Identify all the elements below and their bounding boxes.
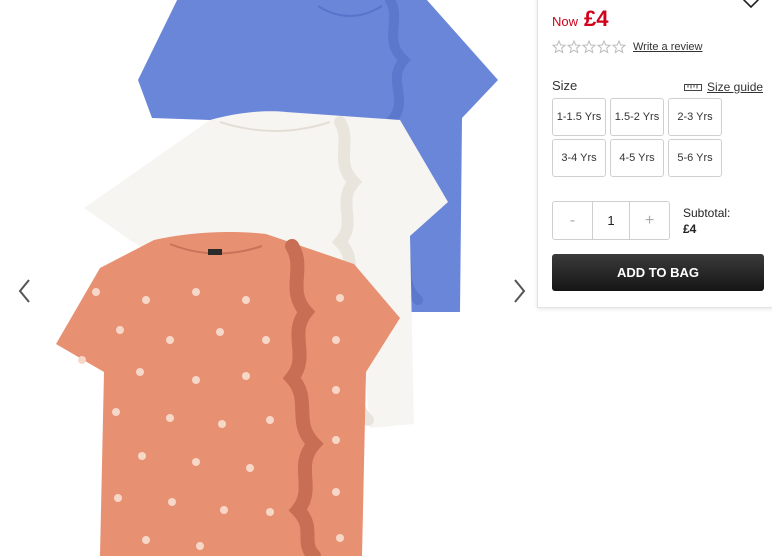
- previous-image-button[interactable]: [13, 276, 37, 306]
- quantity-stepper: - +: [552, 201, 670, 240]
- price-value: £4: [584, 6, 609, 31]
- write-review-link[interactable]: Write a review: [633, 41, 702, 53]
- size-guide-label: Size guide: [707, 80, 764, 94]
- size-option[interactable]: 1-1.5 Yrs: [552, 98, 606, 136]
- coral-tshirt: [56, 232, 400, 556]
- star-icon: [567, 40, 581, 54]
- next-image-button[interactable]: [507, 276, 531, 306]
- subtotal: Subtotal: £4: [683, 206, 730, 236]
- size-guide-link[interactable]: Size guide: [684, 80, 763, 94]
- size-option[interactable]: 4-5 Yrs: [610, 139, 664, 177]
- quantity-decrease-button[interactable]: -: [553, 202, 592, 239]
- add-to-bag-button[interactable]: ADD TO BAG: [552, 254, 764, 291]
- chevron-right-icon: [514, 279, 526, 303]
- subtotal-value: £4: [683, 222, 697, 236]
- star-icon: [612, 40, 626, 54]
- size-option[interactable]: 1.5-2 Yrs: [610, 98, 664, 136]
- star-icon: [582, 40, 596, 54]
- size-option[interactable]: 3-4 Yrs: [552, 139, 606, 177]
- size-label: Size: [552, 78, 578, 93]
- price-row: Now £4: [552, 6, 609, 32]
- size-option[interactable]: 2-3 Yrs: [668, 98, 722, 136]
- price-prefix: Now: [552, 14, 579, 29]
- star-rating: Write a review: [552, 40, 702, 54]
- product-image-gallery: [0, 0, 536, 556]
- product-image: [56, 0, 498, 556]
- star-icon: [597, 40, 611, 54]
- wishlist-button[interactable]: [742, 0, 760, 9]
- quantity-increase-button[interactable]: +: [630, 202, 669, 239]
- ruler-icon: [684, 84, 702, 91]
- size-option[interactable]: 5-6 Yrs: [668, 139, 722, 177]
- quantity-input[interactable]: [592, 202, 630, 239]
- heart-icon: [743, 0, 759, 9]
- subtotal-label: Subtotal:: [683, 206, 731, 220]
- star-icon: [552, 40, 566, 54]
- chevron-left-icon: [18, 279, 30, 303]
